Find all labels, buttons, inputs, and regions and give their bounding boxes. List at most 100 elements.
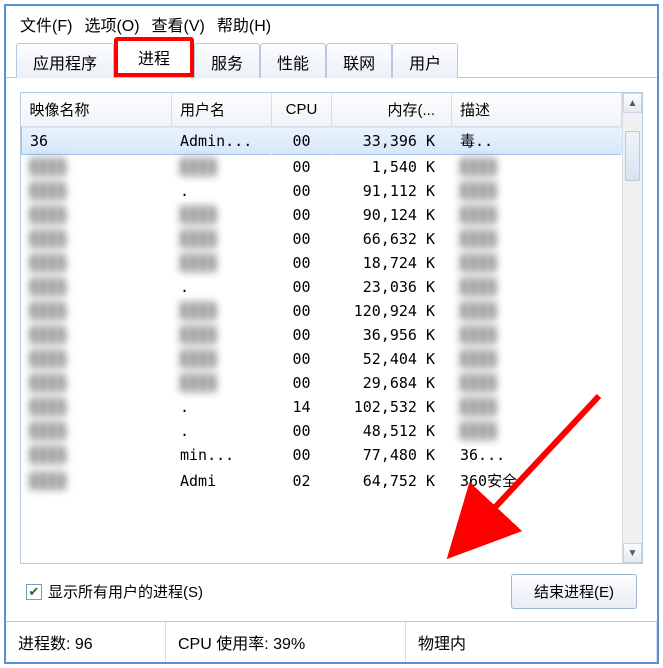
table-row[interactable]: ████████0052,404 K████ (22, 347, 622, 371)
table-row[interactable]: ████████001,540 K████ (22, 155, 622, 180)
status-cpu: CPU 使用率: 39% (166, 622, 406, 662)
user-cell: min... (172, 443, 272, 467)
tab-network[interactable]: 联网 (326, 43, 392, 78)
column-cpu[interactable]: CPU (272, 93, 332, 127)
scroll-track[interactable] (623, 113, 642, 543)
scroll-down-button[interactable]: ▼ (623, 543, 642, 563)
cpu-cell: 00 (272, 251, 332, 275)
user-cell: ████ (172, 251, 272, 275)
memory-cell: 64,752 K (332, 467, 452, 494)
cpu-cell: 00 (272, 299, 332, 323)
memory-cell: 120,924 K (332, 299, 452, 323)
menu-options[interactable]: 选项(O) (84, 12, 139, 36)
table-row[interactable]: ████.0023,036 K████ (22, 275, 622, 299)
description-cell: ████ (452, 347, 622, 371)
menu-view[interactable]: 查看(V) (152, 12, 205, 36)
scroll-up-button[interactable]: ▲ (623, 93, 642, 113)
image-name-cell: ████ (22, 299, 172, 323)
description-cell: ████ (452, 179, 622, 203)
memory-cell: 18,724 K (332, 251, 452, 275)
cpu-cell: 00 (272, 275, 332, 299)
user-cell: . (172, 395, 272, 419)
table-row[interactable]: ████████0090,124 K████ (22, 203, 622, 227)
vertical-scrollbar[interactable]: ▲ ▼ (622, 93, 642, 563)
user-cell: Admi (172, 467, 272, 494)
description-cell: ████ (452, 227, 622, 251)
tab-performance[interactable]: 性能 (260, 43, 326, 78)
memory-cell: 29,684 K (332, 371, 452, 395)
menu-bar: 文件(F) 选项(O) 查看(V) 帮助(H) (6, 6, 657, 42)
description-cell: ████ (452, 299, 622, 323)
description-cell: ████ (452, 395, 622, 419)
user-cell: ████ (172, 227, 272, 251)
table-row[interactable]: ████.0048,512 K████ (22, 419, 622, 443)
image-name-cell: ████ (22, 467, 172, 494)
user-cell: Admin... (172, 127, 272, 155)
table-row[interactable]: ████min...0077,480 K36... (22, 443, 622, 467)
image-name-cell: ████ (22, 275, 172, 299)
end-process-button[interactable]: 结束进程(E) (511, 574, 637, 609)
description-cell: ████ (452, 419, 622, 443)
memory-cell: 66,632 K (332, 227, 452, 251)
table-row[interactable]: ████████0029,684 K████ (22, 371, 622, 395)
image-name-cell: ████ (22, 227, 172, 251)
memory-cell: 77,480 K (332, 443, 452, 467)
table-row[interactable]: ████████0036,956 K████ (22, 323, 622, 347)
table-row[interactable]: ████████00120,924 K████ (22, 299, 622, 323)
image-name-cell: ████ (22, 179, 172, 203)
scroll-thumb[interactable] (625, 131, 640, 181)
menu-file[interactable]: 文件(F) (20, 12, 72, 36)
tab-processes[interactable]: 进程 (114, 37, 194, 77)
cpu-cell: 00 (272, 203, 332, 227)
image-name-cell: ████ (22, 395, 172, 419)
description-cell: 毒.. (452, 127, 622, 155)
menu-help[interactable]: 帮助(H) (217, 12, 271, 36)
process-table-wrap: 映像名称 用户名 CPU 内存(... 描述 36Admin...0033,39… (20, 92, 643, 564)
table-row[interactable]: ████████0066,632 K████ (22, 227, 622, 251)
user-cell: ████ (172, 203, 272, 227)
tab-users[interactable]: 用户 (392, 43, 458, 78)
memory-cell: 23,036 K (332, 275, 452, 299)
table-row[interactable]: ████Admi0264,752 K360安全 (22, 467, 622, 494)
table-row[interactable]: ████.14102,532 K████ (22, 395, 622, 419)
cpu-cell: 00 (272, 155, 332, 180)
status-processes: 进程数: 96 (6, 622, 166, 662)
memory-cell: 52,404 K (332, 347, 452, 371)
table-row[interactable]: 36Admin...0033,396 K毒.. (22, 127, 622, 155)
cpu-cell: 00 (272, 371, 332, 395)
image-name-cell: ████ (22, 203, 172, 227)
description-cell: ████ (452, 323, 622, 347)
description-cell: ████ (452, 251, 622, 275)
memory-cell: 1,540 K (332, 155, 452, 180)
image-name-cell: ████ (22, 419, 172, 443)
cpu-cell: 14 (272, 395, 332, 419)
show-all-users-label: 显示所有用户的进程(S) (48, 581, 203, 602)
description-cell: 36... (452, 443, 622, 467)
description-cell: ████ (452, 275, 622, 299)
column-user[interactable]: 用户名 (172, 93, 272, 127)
user-cell: ████ (172, 155, 272, 180)
memory-cell: 33,396 K (332, 127, 452, 155)
user-cell: . (172, 275, 272, 299)
cpu-cell: 00 (272, 347, 332, 371)
tab-services[interactable]: 服务 (194, 43, 260, 78)
table-row[interactable]: ████.0091,112 K████ (22, 179, 622, 203)
description-cell: ████ (452, 155, 622, 180)
column-image-name[interactable]: 映像名称 (22, 93, 172, 127)
cpu-cell: 02 (272, 467, 332, 494)
image-name-cell: ████ (22, 443, 172, 467)
table-row[interactable]: ████████0018,724 K████ (22, 251, 622, 275)
image-name-cell: ████ (22, 251, 172, 275)
image-name-cell: ████ (22, 155, 172, 180)
column-description[interactable]: 描述 (452, 93, 622, 127)
description-cell: ████ (452, 371, 622, 395)
user-cell: . (172, 179, 272, 203)
process-table-scroll[interactable]: 映像名称 用户名 CPU 内存(... 描述 36Admin...0033,39… (21, 93, 622, 563)
task-manager-window: 文件(F) 选项(O) 查看(V) 帮助(H) 应用程序 进程 服务 性能 联网… (4, 4, 659, 664)
tab-applications[interactable]: 应用程序 (16, 43, 114, 78)
show-all-users-checkbox[interactable]: ✔ (26, 584, 42, 600)
process-table: 映像名称 用户名 CPU 内存(... 描述 36Admin...0033,39… (21, 93, 622, 494)
show-all-users-row[interactable]: ✔ 显示所有用户的进程(S) (26, 581, 203, 602)
tabs-row: 应用程序 进程 服务 性能 联网 用户 (6, 42, 657, 78)
column-memory[interactable]: 内存(... (332, 93, 452, 127)
